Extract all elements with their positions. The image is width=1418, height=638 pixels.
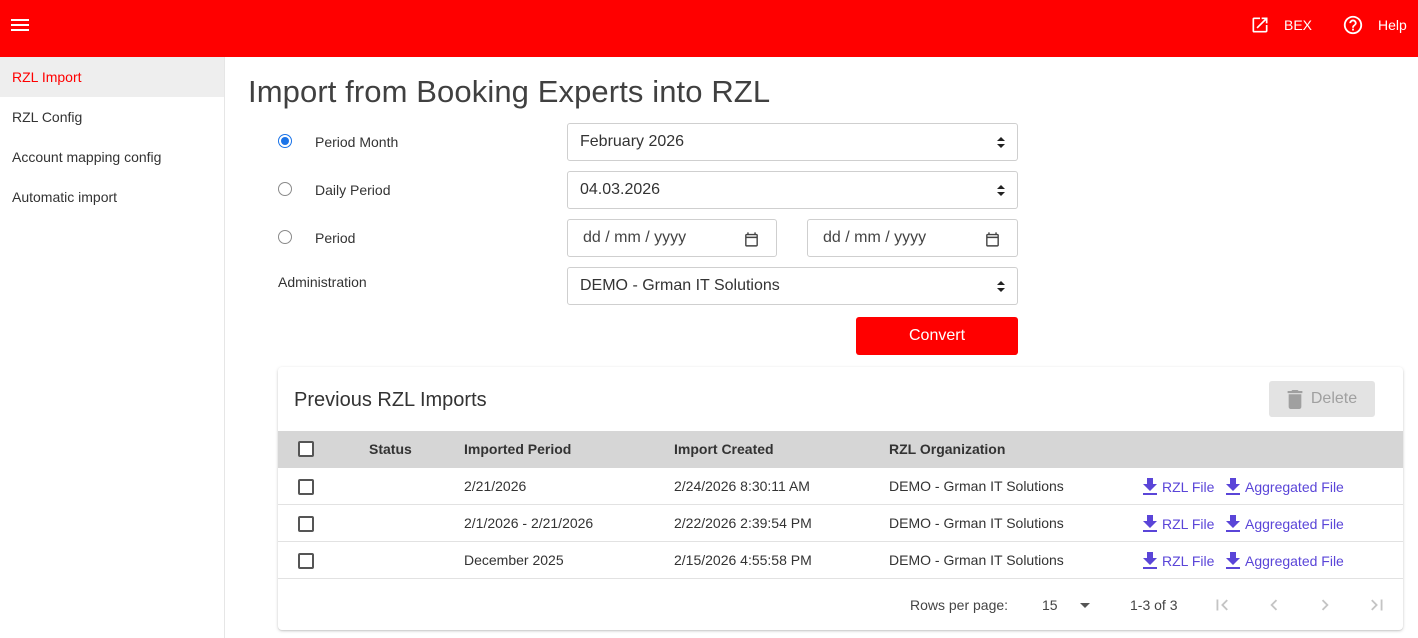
- administration-select[interactable]: DEMO - Grman IT Solutions: [567, 267, 1018, 305]
- download-icon: [1226, 478, 1240, 495]
- sidebar-item-account-mapping-config[interactable]: Account mapping config: [0, 137, 224, 177]
- administration-value: DEMO - Grman IT Solutions: [580, 277, 780, 294]
- row-checkbox[interactable]: [298, 553, 314, 569]
- daily-period-value: 04.03.2026: [580, 181, 661, 198]
- page-title: Import from Booking Experts into RZL: [248, 74, 771, 109]
- import-created-cell: 2/15/2026 4:55:58 PM: [674, 552, 812, 568]
- rows-per-page-label: Rows per page:: [910, 597, 1009, 613]
- row-checkbox[interactable]: [298, 479, 314, 495]
- period-from-date-input[interactable]: dd / mm / yyyy: [567, 219, 777, 257]
- aggregated-file-download-link[interactable]: Aggregated File: [1226, 542, 1344, 579]
- help-circle-icon: [1343, 15, 1363, 35]
- aggregated-file-label: Aggregated File: [1245, 478, 1344, 495]
- next-page-icon[interactable]: [1314, 594, 1336, 616]
- rzl-organization-cell: DEMO - Grman IT Solutions: [889, 515, 1064, 531]
- table-row: December 2025 2/15/2026 4:55:58 PM DEMO …: [278, 542, 1403, 579]
- table-pagination: Rows per page: 15 1-3 of 3: [278, 579, 1403, 630]
- select-arrows-icon: [997, 281, 1005, 292]
- daily-period-radio[interactable]: [278, 182, 292, 196]
- last-page-icon[interactable]: [1366, 594, 1388, 616]
- rzl-file-label: RZL File: [1162, 478, 1215, 495]
- import-created-cell: 2/22/2026 2:39:54 PM: [674, 515, 812, 531]
- download-icon: [1226, 515, 1240, 532]
- column-header-status[interactable]: Status: [369, 431, 412, 468]
- sidebar-item-automatic-import[interactable]: Automatic import: [0, 177, 224, 217]
- period-to-date-input[interactable]: dd / mm / yyyy: [807, 219, 1018, 257]
- pagination-range: 1-3 of 3: [1130, 597, 1178, 613]
- hamburger-menu-icon[interactable]: [10, 16, 32, 36]
- chevron-down-icon[interactable]: [1080, 603, 1090, 608]
- rzl-file-label: RZL File: [1162, 515, 1215, 532]
- rzl-organization-cell: DEMO - Grman IT Solutions: [889, 552, 1064, 568]
- daily-period-label: Daily Period: [315, 182, 391, 198]
- calendar-icon[interactable]: [984, 231, 1001, 248]
- download-icon: [1143, 552, 1157, 569]
- column-header-rzl-organization[interactable]: RZL Organization: [889, 431, 1005, 468]
- rzl-file-label: RZL File: [1162, 552, 1215, 569]
- daily-period-select[interactable]: 04.03.2026: [567, 171, 1018, 209]
- row-checkbox[interactable]: [298, 516, 314, 532]
- period-month-value: February 2026: [580, 133, 685, 150]
- open-external-icon: [1252, 17, 1268, 33]
- select-arrows-icon: [997, 185, 1005, 196]
- table-header: Status Imported Period Import Created RZ…: [278, 431, 1403, 468]
- sidebar-item-rzl-import[interactable]: RZL Import: [0, 57, 224, 97]
- top-app-bar: BEX Help: [0, 0, 1418, 57]
- previous-page-icon[interactable]: [1263, 594, 1285, 616]
- aggregated-file-download-link[interactable]: Aggregated File: [1226, 468, 1344, 505]
- period-month-select[interactable]: February 2026: [567, 123, 1018, 161]
- download-icon: [1226, 552, 1240, 569]
- select-arrows-icon: [997, 137, 1005, 148]
- trash-icon: [1287, 389, 1303, 409]
- imported-period-cell: December 2025: [464, 552, 564, 568]
- table-row: 2/21/2026 2/24/2026 8:30:11 AM DEMO - Gr…: [278, 468, 1403, 505]
- period-month-radio[interactable]: [278, 134, 292, 148]
- period-radio[interactable]: [278, 230, 292, 244]
- column-header-imported-period[interactable]: Imported Period: [464, 431, 571, 468]
- calendar-icon[interactable]: [743, 231, 760, 248]
- imported-period-cell: 2/1/2026 - 2/21/2026: [464, 515, 594, 531]
- period-label: Period: [315, 230, 356, 246]
- period-month-label: Period Month: [315, 134, 399, 150]
- previous-imports-card: Previous RZL Imports Delete Status Impor…: [278, 367, 1403, 630]
- sidebar-item-rzl-config[interactable]: RZL Config: [0, 97, 224, 137]
- help-link[interactable]: Help: [1342, 12, 1407, 38]
- aggregated-file-label: Aggregated File: [1245, 552, 1344, 569]
- sidebar: RZL Import RZL Config Account mapping co…: [0, 57, 225, 638]
- card-title: Previous RZL Imports: [294, 389, 487, 411]
- delete-label: Delete: [1310, 390, 1358, 407]
- rzl-file-download-link[interactable]: RZL File: [1143, 468, 1214, 505]
- table-row: 2/1/2026 - 2/21/2026 2/22/2026 2:39:54 P…: [278, 505, 1403, 542]
- rzl-file-download-link[interactable]: RZL File: [1143, 542, 1214, 579]
- bex-link[interactable]: BEX: [1250, 12, 1312, 38]
- convert-button[interactable]: Convert: [856, 317, 1018, 355]
- download-icon: [1143, 478, 1157, 495]
- aggregated-file-label: Aggregated File: [1245, 515, 1344, 532]
- first-page-icon[interactable]: [1211, 594, 1233, 616]
- help-label: Help: [1378, 17, 1407, 33]
- rzl-file-download-link[interactable]: RZL File: [1143, 505, 1214, 542]
- period-from-placeholder: dd / mm / yyyy: [583, 229, 687, 246]
- download-icon: [1143, 515, 1157, 532]
- import-created-cell: 2/24/2026 8:30:11 AM: [674, 478, 810, 494]
- rzl-organization-cell: DEMO - Grman IT Solutions: [889, 478, 1064, 494]
- select-all-checkbox[interactable]: [298, 441, 314, 457]
- imported-period-cell: 2/21/2026: [464, 478, 527, 494]
- column-header-import-created[interactable]: Import Created: [674, 431, 774, 468]
- bex-label: BEX: [1284, 17, 1313, 33]
- delete-button[interactable]: Delete: [1269, 381, 1375, 417]
- period-to-placeholder: dd / mm / yyyy: [823, 229, 927, 246]
- rows-per-page-select[interactable]: 15: [1042, 597, 1058, 613]
- aggregated-file-download-link[interactable]: Aggregated File: [1226, 505, 1344, 542]
- administration-label: Administration: [278, 274, 367, 290]
